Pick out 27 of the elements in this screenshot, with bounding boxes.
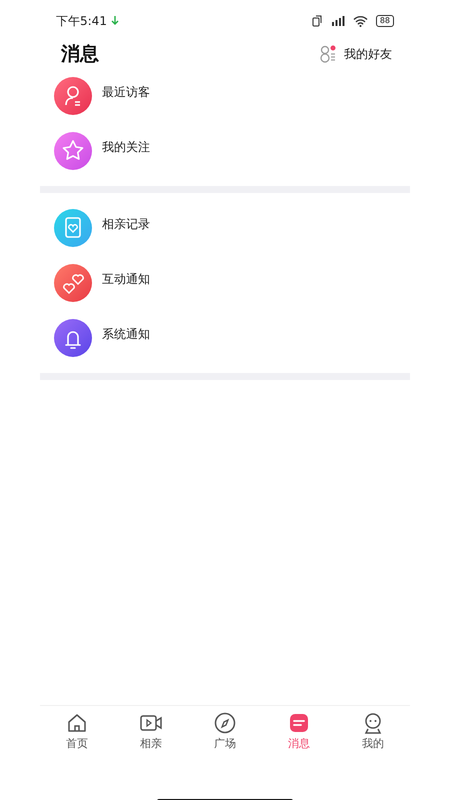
download-icon bbox=[110, 16, 119, 26]
compass-icon bbox=[214, 712, 236, 734]
bell-icon bbox=[54, 319, 92, 357]
page-title: 消息 bbox=[61, 42, 99, 67]
tab[interactable]: 首页 bbox=[40, 712, 114, 752]
wifi-icon bbox=[352, 15, 368, 27]
tab[interactable]: 消息 bbox=[262, 712, 336, 752]
visitor-icon bbox=[54, 77, 92, 115]
menu-item[interactable]: 相亲记录 bbox=[102, 209, 150, 233]
status-time: 下午5:41 bbox=[56, 13, 107, 30]
menu-item[interactable]: 互动通知 bbox=[102, 264, 150, 288]
tab[interactable]: 广场 bbox=[188, 712, 262, 752]
menu-item[interactable]: 最近访客 bbox=[102, 77, 150, 101]
battery-indicator: 88 bbox=[376, 15, 394, 27]
friends-icon[interactable] bbox=[320, 45, 336, 63]
profile-icon bbox=[362, 712, 384, 734]
message-icon bbox=[288, 712, 310, 734]
tab[interactable]: 相亲 bbox=[114, 712, 188, 752]
heart-card-icon bbox=[54, 209, 92, 247]
tab[interactable]: 我的 bbox=[336, 712, 410, 752]
menu-item[interactable]: 我的关注 bbox=[102, 132, 150, 156]
menu-item[interactable]: 系统通知 bbox=[102, 319, 150, 343]
hearts-icon bbox=[54, 264, 92, 302]
screen-icon bbox=[312, 15, 323, 27]
signal-icon bbox=[330, 15, 345, 27]
home-icon bbox=[66, 712, 88, 734]
friends-link[interactable]: 我的好友 bbox=[344, 45, 392, 63]
